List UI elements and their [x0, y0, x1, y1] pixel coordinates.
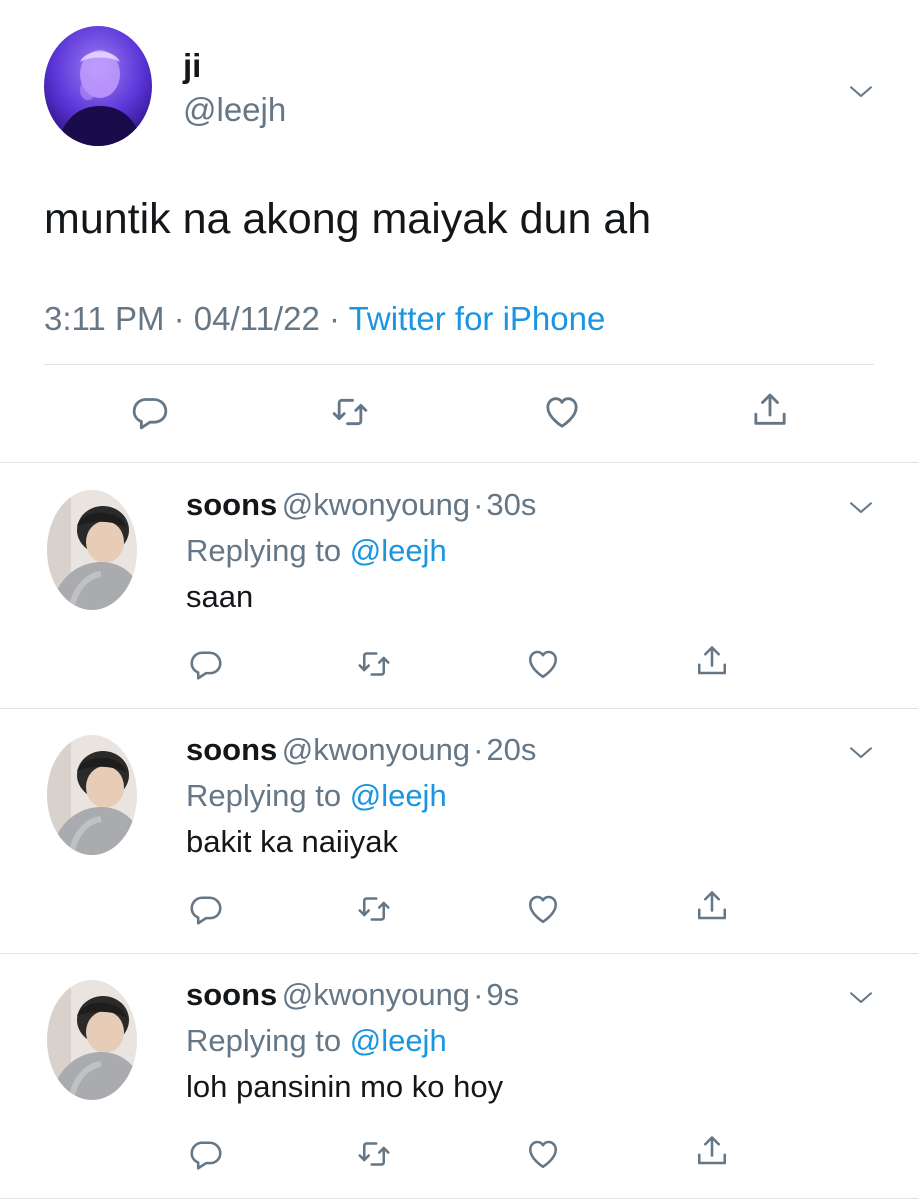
retweet-icon[interactable] [356, 646, 392, 682]
avatar-soons[interactable] [47, 980, 137, 1100]
meta-separator: · [173, 300, 185, 337]
reply-text: loh pansinin mo ko hoy [186, 1069, 504, 1104]
reply-icon[interactable] [188, 1136, 224, 1172]
share-icon[interactable] [694, 888, 730, 924]
share-icon[interactable] [750, 390, 790, 430]
meta-separator: · [328, 300, 340, 337]
replying-to-prefix: Replying to [186, 533, 342, 568]
tweet-text: muntik na akong maiyak dun ah [44, 195, 652, 243]
reply-icon[interactable] [188, 646, 224, 682]
like-icon[interactable] [542, 392, 582, 432]
chevron-down-icon[interactable] [846, 982, 876, 1012]
retweet-icon[interactable] [356, 891, 392, 927]
like-icon[interactable] [525, 891, 561, 927]
author-handle[interactable]: @leejh [183, 90, 286, 130]
replying-to-link[interactable]: @leejh [350, 533, 447, 568]
reply-author-name[interactable]: soons [186, 977, 277, 1012]
replying-to-prefix: Replying to [186, 1023, 342, 1058]
reply-separator: · [473, 977, 484, 1012]
chevron-down-icon[interactable] [846, 737, 876, 767]
replying-to: Replying to @leejh [186, 532, 447, 570]
like-icon[interactable] [525, 646, 561, 682]
replying-to-link[interactable]: @leejh [350, 778, 447, 813]
reply-divider [0, 708, 918, 709]
reply-divider [0, 953, 918, 954]
share-icon[interactable] [694, 643, 730, 679]
reply-text: bakit ka naiiyak [186, 824, 398, 859]
reply-text: saan [186, 579, 254, 614]
reply-header: soons @kwonyoung·30s [186, 486, 536, 530]
reply-header: soons @kwonyoung·20s [186, 731, 536, 775]
reply-time: 30s [486, 487, 537, 522]
replying-to: Replying to @leejh [186, 1022, 447, 1060]
reply-header: soons @kwonyoung·9s [186, 976, 519, 1020]
tweet-divider [0, 462, 918, 463]
chevron-down-icon[interactable] [846, 492, 876, 522]
replying-to: Replying to @leejh [186, 777, 447, 815]
reply-author-handle[interactable]: @kwonyoung [282, 732, 470, 767]
tweet-time: 3:11 PM [44, 300, 165, 337]
reply-author-name[interactable]: soons [186, 487, 277, 522]
tweet-meta: 3:11 PM · 04/11/22 · Twitter for iPhone [44, 299, 605, 339]
retweet-icon[interactable] [356, 1136, 392, 1172]
share-icon[interactable] [694, 1133, 730, 1169]
retweet-icon[interactable] [330, 392, 370, 432]
meta-divider [44, 364, 874, 365]
reply-author-name[interactable]: soons [186, 732, 277, 767]
reply-separator: · [473, 487, 484, 522]
author-name[interactable]: ji [183, 46, 201, 86]
reply-icon[interactable] [188, 891, 224, 927]
chevron-down-icon[interactable] [846, 76, 876, 106]
reply-icon[interactable] [130, 392, 170, 432]
tweet-date: 04/11/22 [193, 300, 320, 337]
reply-author-handle[interactable]: @kwonyoung [282, 977, 470, 1012]
avatar-ji[interactable] [44, 26, 152, 146]
reply-separator: · [473, 732, 484, 767]
replying-to-prefix: Replying to [186, 778, 342, 813]
reply-author-handle[interactable]: @kwonyoung [282, 487, 470, 522]
replying-to-link[interactable]: @leejh [350, 1023, 447, 1058]
reply-divider [0, 1198, 918, 1199]
reply-time: 20s [486, 732, 537, 767]
avatar-soons[interactable] [47, 735, 137, 855]
avatar-ji-image [44, 26, 152, 146]
tweet-source-link[interactable]: Twitter for iPhone [349, 300, 606, 337]
like-icon[interactable] [525, 1136, 561, 1172]
avatar-soons[interactable] [47, 490, 137, 610]
reply-time: 9s [486, 977, 520, 1012]
